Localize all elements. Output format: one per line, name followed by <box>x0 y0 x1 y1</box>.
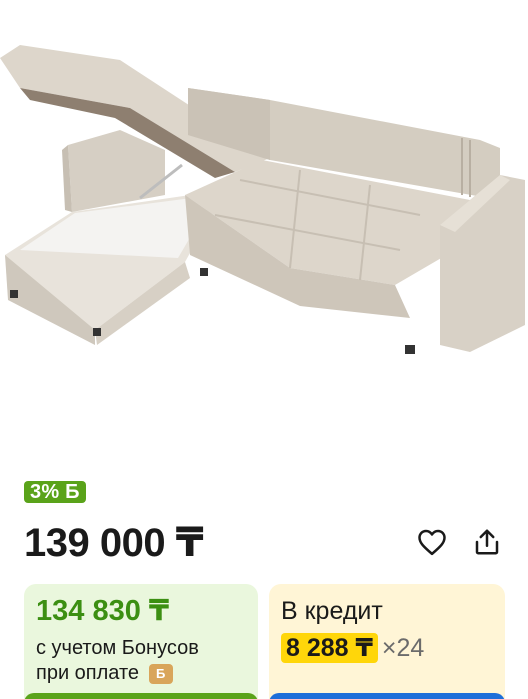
product-image-sofa <box>0 45 525 354</box>
bonus-note-line1: с учетом Бонусов <box>36 637 199 659</box>
product-price: 139 000 ₸ <box>24 521 204 565</box>
buy-action-button[interactable] <box>269 693 505 699</box>
credit-monthly-amount: 8 288 ₸ <box>281 633 378 663</box>
share-icon <box>475 529 499 555</box>
favorite-button[interactable] <box>416 526 448 558</box>
bonus-percent-badge: 3% Б <box>24 481 86 503</box>
heart-icon <box>418 529 446 556</box>
bonus-price-card[interactable]: 134 830 ₸ с учетом Бонусов при оплате Б <box>24 584 258 699</box>
product-image-gallery[interactable] <box>0 0 528 470</box>
credit-card[interactable]: В кредит 8 288 ₸ ×24 <box>269 584 505 699</box>
bonus-action-button[interactable] <box>24 693 258 699</box>
credit-title: В кредит <box>281 597 383 625</box>
credit-months: ×24 <box>381 633 425 662</box>
bonus-price: 134 830 ₸ <box>36 595 170 627</box>
bonus-note: с учетом Бонусов при оплате Б <box>36 636 246 686</box>
share-button[interactable] <box>471 526 503 558</box>
credit-row: 8 288 ₸ ×24 <box>281 633 493 663</box>
bonus-coin-icon: Б <box>148 663 173 684</box>
bonus-note-line2: при оплате <box>36 662 140 684</box>
